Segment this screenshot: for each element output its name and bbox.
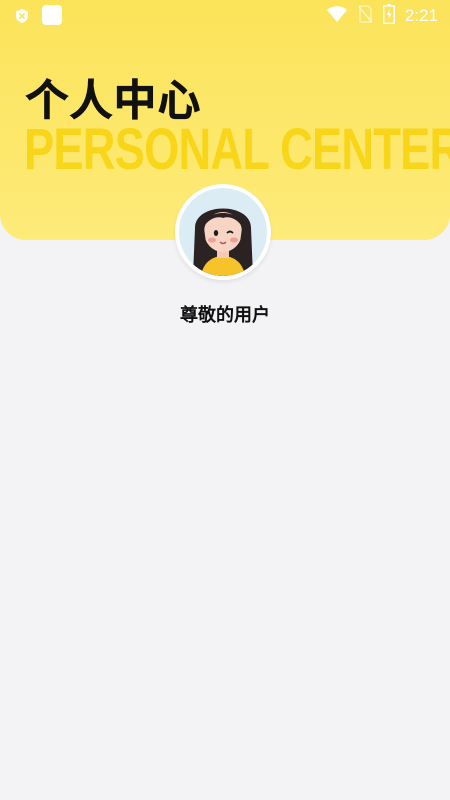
app-icon [42, 5, 62, 25]
wifi-icon [326, 6, 347, 26]
avatar[interactable] [175, 184, 271, 280]
page-subtitle-en: PERSONAL CENTER [24, 117, 450, 182]
sim-icon [357, 5, 373, 27]
status-bar: 2:21 [0, 0, 450, 32]
username: 尊敬的用户 [180, 305, 270, 326]
shield-icon [14, 8, 30, 24]
avatar-icon [179, 188, 267, 276]
battery-icon [382, 4, 395, 28]
status-time: 2:21 [404, 6, 438, 25]
page-title: 个人中心 [25, 76, 203, 126]
